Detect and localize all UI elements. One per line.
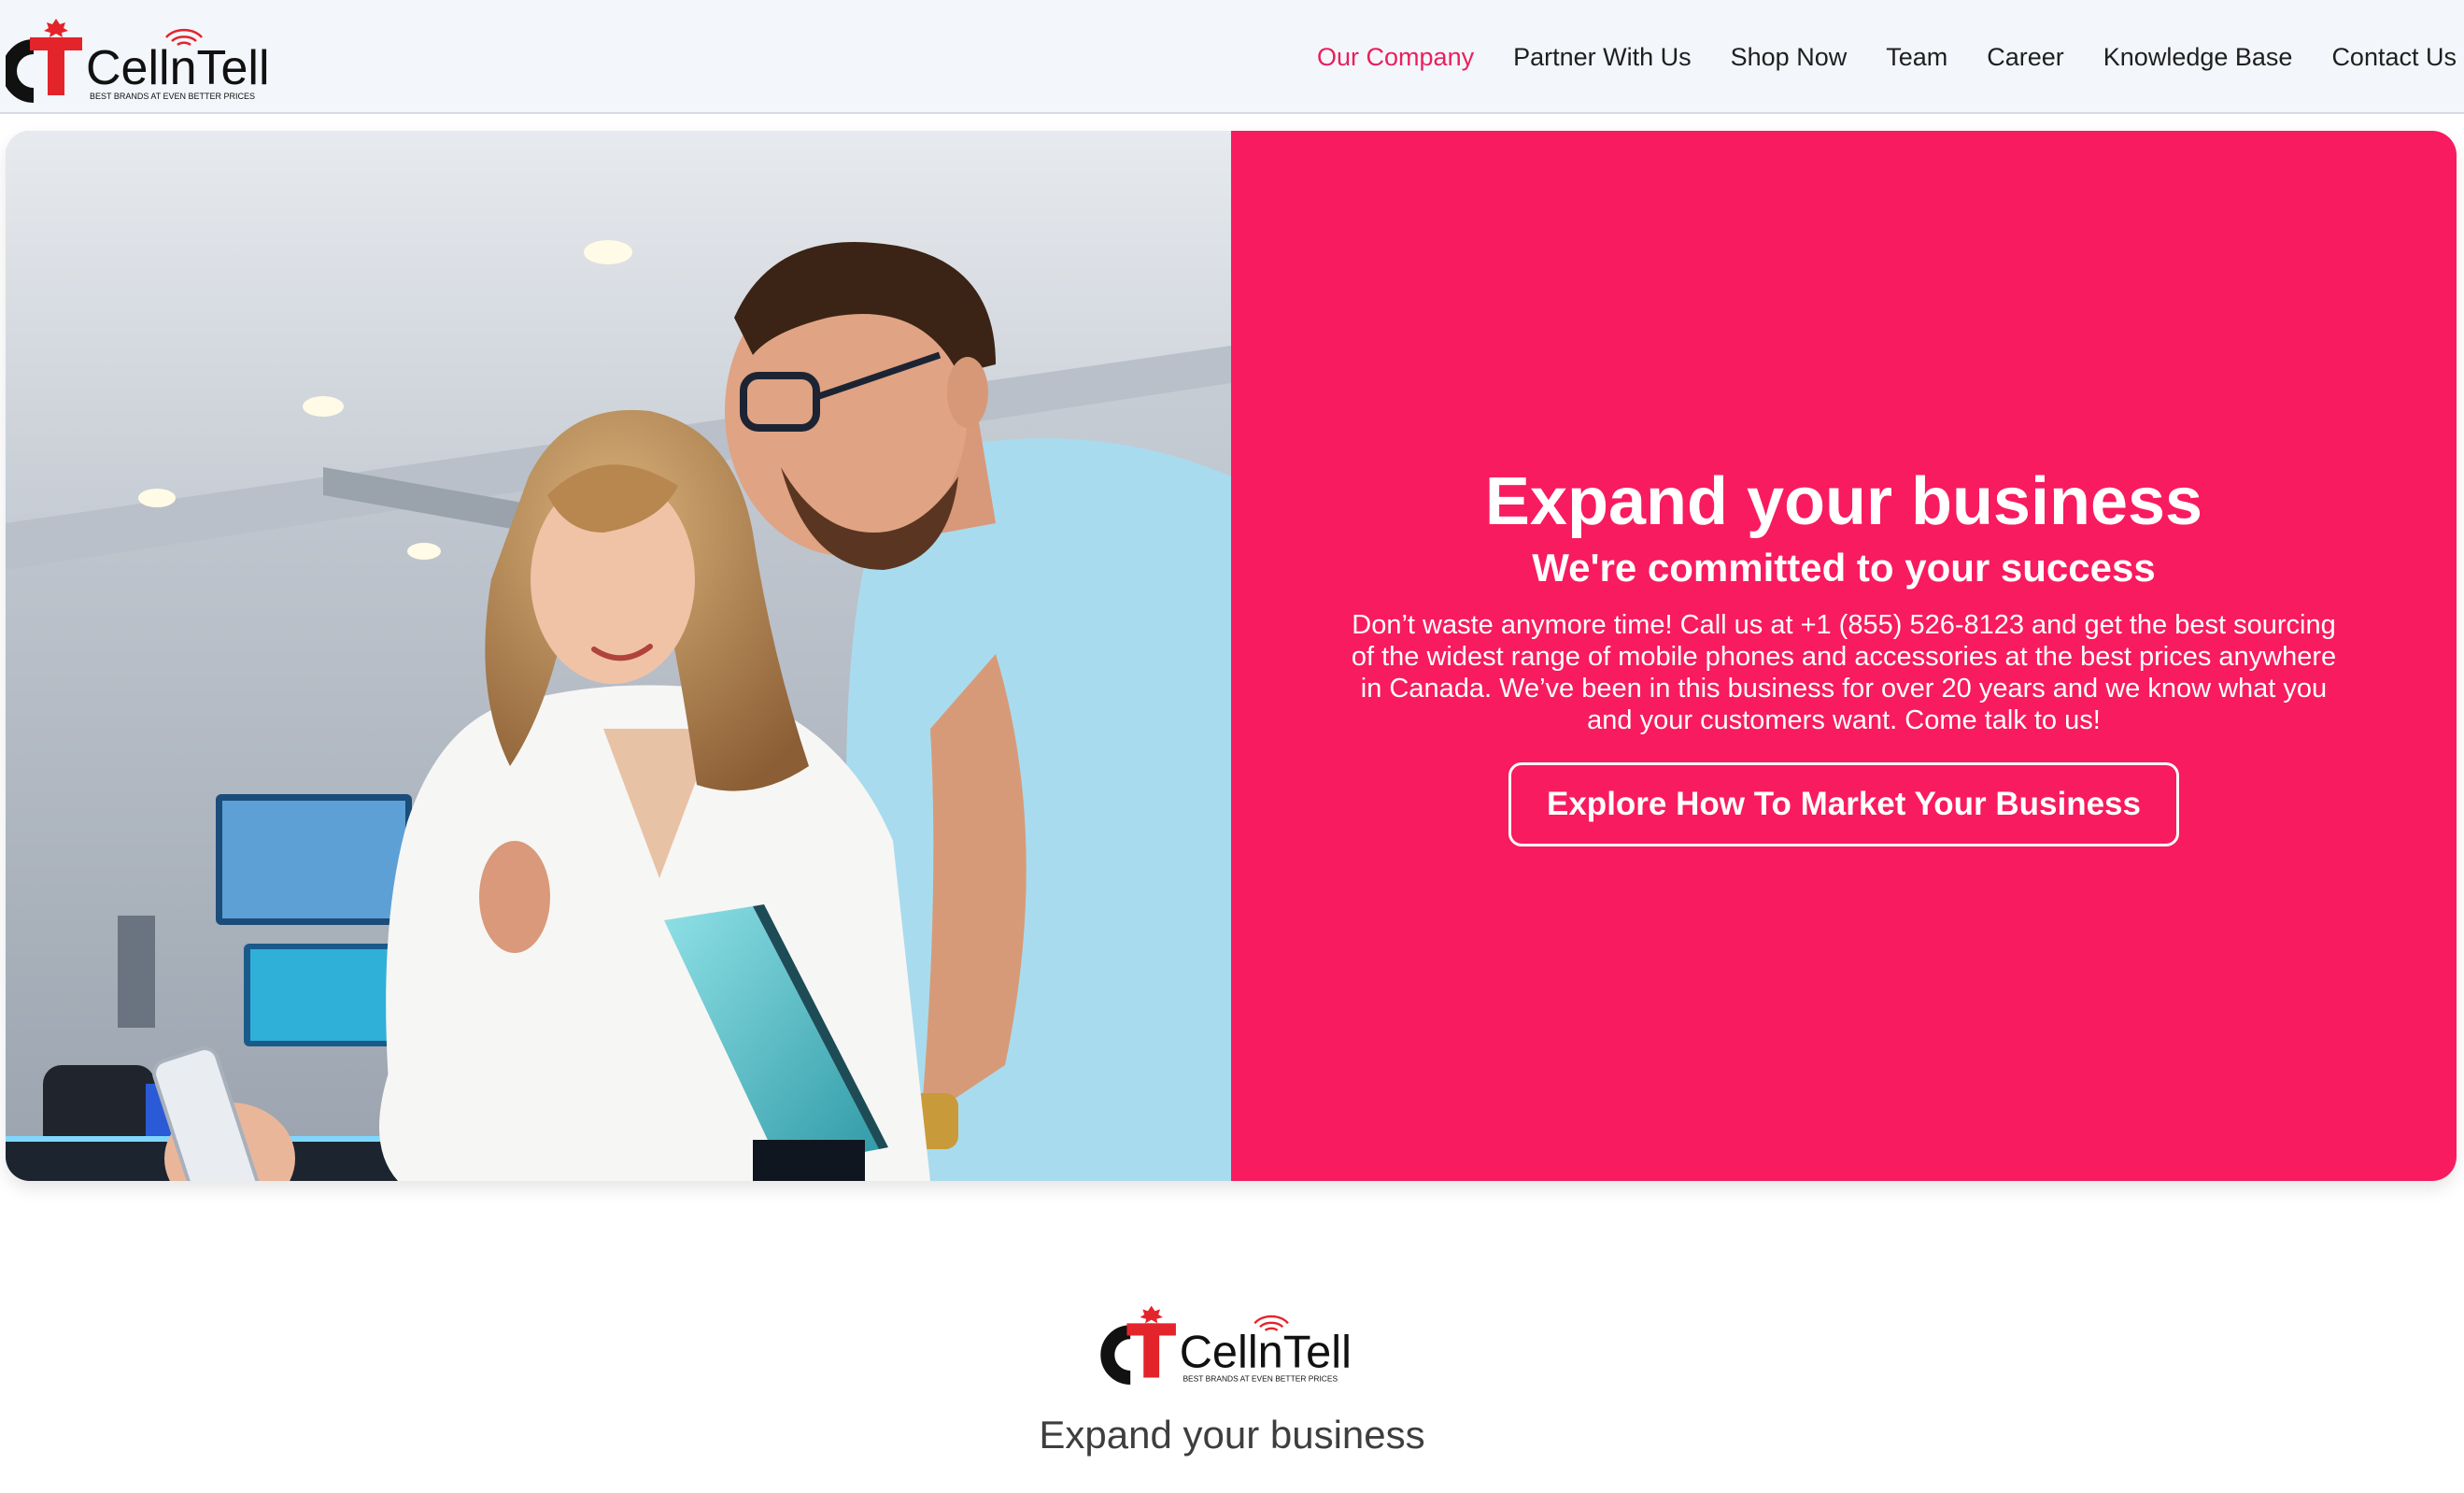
footer-tagline: Expand your business (1039, 1413, 1425, 1457)
nav-item-shop-now[interactable]: Shop Now (1711, 43, 1867, 72)
svg-text:CellnTell: CellnTell (86, 41, 270, 95)
nav-item-contact-us[interactable]: Contact Us (2312, 43, 2457, 72)
nav-item-team[interactable]: Team (1866, 43, 1967, 72)
hero-subtitle: We're committed to your success (1532, 546, 2156, 590)
footer-brand-logo[interactable]: CellnTell BEST BRANDS AT EVEN BETTER PRI… (1100, 1301, 1362, 1385)
svg-text:BEST BRANDS AT EVEN BETTER PRI: BEST BRANDS AT EVEN BETTER PRICES (90, 92, 255, 101)
nav-item-partner-with-us[interactable]: Partner With Us (1494, 43, 1711, 72)
cellntell-logo-icon: CellnTell BEST BRANDS AT EVEN BETTER PRI… (6, 19, 270, 103)
svg-text:BEST BRANDS AT EVEN BETTER PRI: BEST BRANDS AT EVEN BETTER PRICES (1182, 1373, 1338, 1383)
main-nav: Our Company Partner With Us Shop Now Tea… (1297, 0, 2457, 114)
nav-item-career[interactable]: Career (1967, 43, 2084, 72)
hero-photo (6, 131, 1231, 1181)
hero-description: Don’t waste anymore time! Call us at +1 … (1351, 609, 2337, 735)
nav-item-knowledge-base[interactable]: Knowledge Base (2084, 43, 2313, 72)
hero-title: Expand your business (1484, 464, 2203, 540)
couple-shopping-photo-icon (6, 131, 1231, 1181)
cellntell-logo-icon: CellnTell BEST BRANDS AT EVEN BETTER PRI… (1100, 1305, 1352, 1385)
explore-marketing-button[interactable]: Explore How To Market Your Business (1508, 761, 2179, 846)
site-header: CellnTell BEST BRANDS AT EVEN BETTER PRI… (0, 0, 2464, 114)
hero-banner: Expand your business We're committed to … (6, 131, 2457, 1181)
nav-item-our-company[interactable]: Our Company (1297, 43, 1494, 72)
svg-text:CellnTell: CellnTell (1180, 1327, 1352, 1377)
hero-cta-panel: Expand your business We're committed to … (1231, 131, 2457, 1181)
brand-logo[interactable]: CellnTell BEST BRANDS AT EVEN BETTER PRI… (6, 13, 276, 103)
